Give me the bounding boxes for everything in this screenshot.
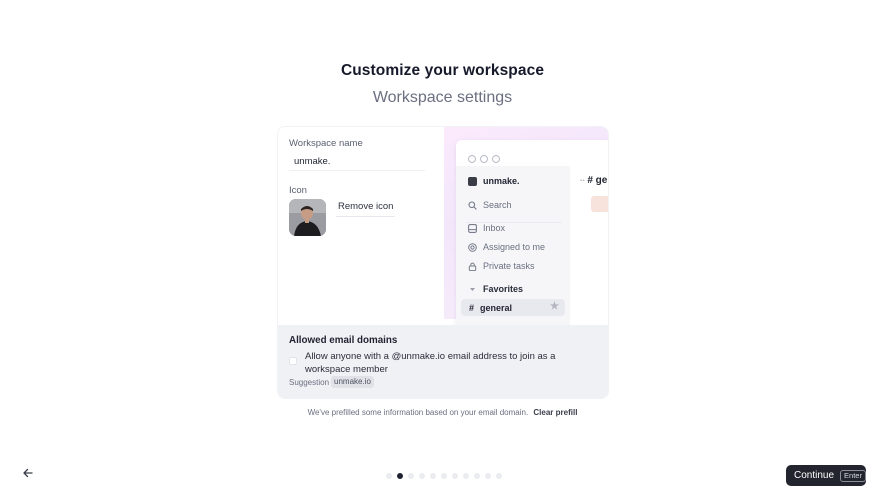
workspace-settings-card: Workspace name Icon Remove icon unmak (277, 126, 609, 399)
preview-nav-assigned: Assigned to me (468, 240, 545, 254)
preview-content-block (591, 196, 608, 212)
preview-main-channel: # ge (587, 175, 608, 186)
preview-workspace-name: unmake. (483, 176, 520, 186)
pagination-dot[interactable] (463, 473, 469, 479)
preview-nav-label: Assigned to me (483, 242, 546, 252)
preview-workspace-switcher: unmake. (468, 174, 520, 188)
pagination-dot[interactable] (408, 473, 414, 479)
lock-icon (468, 262, 477, 271)
workspace-icon-avatar[interactable] (289, 199, 326, 236)
workspace-name-label: Workspace name (289, 138, 363, 149)
remove-icon-button[interactable]: Remove icon (336, 201, 396, 217)
continue-button[interactable]: Continue Enter (786, 465, 866, 486)
hash-icon: # (469, 302, 475, 313)
step-pagination (386, 473, 502, 479)
prefill-text: We've prefilled some information based o… (307, 408, 529, 417)
preview-app-window: unmake. Search Inbox Assigned to me Priv… (456, 140, 608, 330)
pagination-dot[interactable] (386, 473, 392, 479)
workspace-name-input[interactable] (289, 153, 425, 171)
preview-channel-label: general (480, 302, 513, 313)
page-subtitle: Workspace settings (372, 89, 513, 106)
page-heading: Customize your workspace Workspace setti… (0, 62, 885, 107)
allow-domain-checkbox[interactable] (289, 357, 297, 365)
preview-channel-general: # general ★ (461, 299, 565, 316)
preview-favorites-label: Favorites (483, 284, 524, 294)
preview-nav-inbox: Inbox (468, 221, 505, 235)
domains-title: Allowed email domains (289, 335, 398, 346)
back-button[interactable] (19, 466, 37, 484)
triangle-down-icon (468, 285, 477, 294)
pagination-dot[interactable] (441, 473, 447, 479)
pagination-dot[interactable] (397, 473, 403, 479)
pagination-dot[interactable] (452, 473, 458, 479)
preview-nav-label: Inbox (483, 223, 506, 233)
pagination-dot[interactable] (496, 473, 502, 479)
inbox-icon (468, 223, 477, 233)
preview-search: Search (468, 198, 512, 212)
preview-favorites-header: Favorites (468, 282, 523, 296)
suggestion-label: Suggestion (289, 378, 330, 387)
page-title: Customize your workspace (340, 62, 545, 79)
clear-prefill-link[interactable]: Clear prefill (533, 408, 577, 417)
settings-form: Workspace name Icon Remove icon (278, 127, 444, 319)
preview-nav-private: Private tasks (468, 259, 535, 273)
preview-nav-label: Private tasks (483, 261, 535, 271)
window-dot-icon (480, 155, 488, 163)
pagination-dot[interactable] (430, 473, 436, 479)
preview-search-label: Search (483, 200, 512, 210)
window-dot-icon (492, 155, 500, 163)
pagination-dot[interactable] (485, 473, 491, 479)
workspace-logo-icon (468, 176, 477, 186)
window-dot-icon (468, 155, 476, 163)
ellipsis-icon: ·· (580, 176, 586, 185)
pagination-dot[interactable] (474, 473, 480, 479)
search-icon (468, 200, 477, 210)
domain-suggestion-chip[interactable]: unmake.io (331, 376, 374, 388)
arrow-left-icon (22, 466, 34, 484)
pagination-dot[interactable] (419, 473, 425, 479)
enter-shortcut-hint: Enter (840, 469, 866, 482)
star-icon: ★ (550, 301, 559, 312)
target-icon (468, 242, 477, 252)
allow-domain-text: Allow anyone with a @unmake.io email add… (305, 351, 556, 375)
workspace-preview: unmake. Search Inbox Assigned to me Priv… (444, 127, 608, 330)
prefill-note: We've prefilled some information based o… (0, 408, 885, 417)
continue-label: Continue (794, 470, 835, 481)
allowed-email-domains: Allowed email domains Allow anyone with … (278, 325, 608, 398)
preview-main-header: ·· # ge (580, 175, 607, 186)
icon-label: Icon (289, 185, 307, 196)
